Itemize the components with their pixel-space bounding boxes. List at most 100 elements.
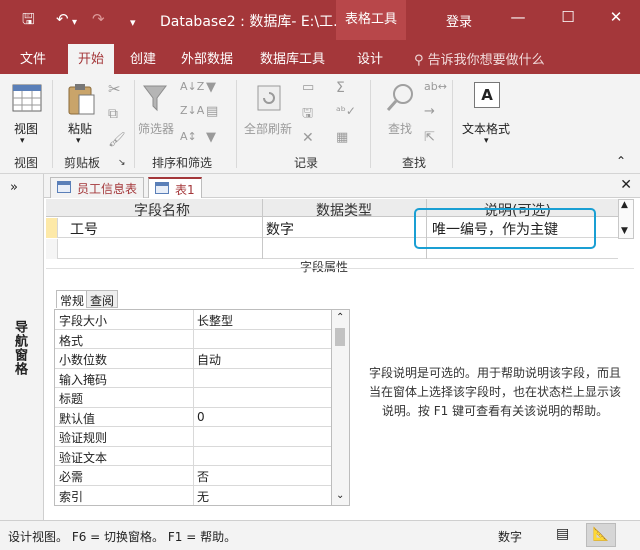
cut-icon[interactable]: ✂ xyxy=(108,80,121,98)
tab-external-data[interactable]: 外部数据 xyxy=(181,48,233,67)
field-help-text: 字段说明是可选的。用于帮助说明该字段，而且当在窗体上选择该字段时，也在状态栏上显… xyxy=(368,366,621,418)
design-view-icon[interactable]: 📐 xyxy=(586,523,616,547)
tab-general[interactable]: 常规 xyxy=(56,290,89,308)
view-button[interactable]: 视图 xyxy=(14,120,38,137)
property-key: 默认值 xyxy=(59,411,96,426)
data-type-cell[interactable]: 数字 xyxy=(266,219,294,239)
remove-sort-icon: A↕ xyxy=(180,130,197,143)
goto-icon: → xyxy=(424,104,435,119)
property-value[interactable]: 0 xyxy=(197,410,205,424)
property-key: 必需 xyxy=(59,470,84,484)
paste-icon[interactable] xyxy=(66,82,96,116)
property-row[interactable]: 字段大小 长整型 xyxy=(55,310,331,330)
tab-lookup[interactable]: 查阅 xyxy=(86,290,119,308)
group-label-records: 记录 xyxy=(294,156,319,170)
view-icon[interactable] xyxy=(12,84,42,114)
group-label-find: 查找 xyxy=(402,156,427,170)
text-format-dropdown-icon[interactable]: ▾ xyxy=(484,136,489,146)
window-title: Database2 : 数据库- E:\工... xyxy=(160,14,347,30)
new-record-icon: ▭ xyxy=(302,80,315,95)
save-record-icon: 🖫 xyxy=(302,106,314,121)
undo-icon[interactable]: ↶ xyxy=(56,10,69,28)
property-value[interactable]: 长整型 xyxy=(197,312,233,329)
property-key: 验证文本 xyxy=(59,450,108,465)
filter-button: 筛选器 xyxy=(138,122,175,136)
find-button: 查找 xyxy=(388,122,413,136)
property-value[interactable]: 否 xyxy=(197,468,209,485)
property-row[interactable]: 验证规则 xyxy=(55,427,331,447)
toggle-filter-icon: ▼ xyxy=(206,130,216,145)
view-dropdown-icon[interactable]: ▾ xyxy=(20,136,25,146)
expand-nav-icon[interactable]: » xyxy=(10,180,18,195)
table-icon xyxy=(155,182,169,194)
text-format-icon[interactable]: A xyxy=(474,82,500,108)
property-row[interactable]: 格式 xyxy=(55,329,331,349)
delete-record-icon: ✕ xyxy=(302,130,314,146)
customize-qat-icon[interactable]: ▾ xyxy=(130,14,136,32)
grid-scrollbar[interactable]: ▲ ▼ xyxy=(618,199,634,239)
tab-design[interactable]: 设计 xyxy=(357,48,383,67)
advanced-filter-icon: ▤ xyxy=(206,104,219,119)
property-key: 验证规则 xyxy=(59,431,108,445)
tab-file[interactable]: 文件 xyxy=(20,48,46,67)
property-key: 小数位数 xyxy=(59,353,108,367)
property-key: 输入掩码 xyxy=(59,372,108,387)
scroll-thumb[interactable] xyxy=(335,328,345,346)
properties-table: 字段大小 长整型 格式 小数位数 自动 输入掩码 标题 默认值 0 验证规则 验证文本… xyxy=(54,309,332,506)
close-window-button[interactable]: ✕ xyxy=(604,8,628,26)
numlock-indicator: 数字 xyxy=(498,530,523,544)
nav-pane-label[interactable]: 导航窗格 xyxy=(10,320,29,376)
property-row[interactable]: 小数位数 自动 xyxy=(55,349,331,369)
row-selector[interactable] xyxy=(46,218,58,238)
properties-scrollbar[interactable]: ⌃ ⌄ xyxy=(332,309,350,506)
scroll-down-icon[interactable]: ▼ xyxy=(621,226,628,236)
property-row[interactable]: 输入掩码 xyxy=(55,368,331,388)
property-row[interactable]: 必需 否 xyxy=(55,466,331,486)
refresh-all-button: 全部刷新 xyxy=(244,122,293,136)
header-field-name: 字段名称 xyxy=(134,203,190,219)
tell-me-box[interactable]: ⚲ 告诉我你想要做什么 xyxy=(414,49,545,68)
copy-icon[interactable]: ⧉ xyxy=(108,106,118,122)
property-key: 字段大小 xyxy=(59,314,108,328)
description-highlight xyxy=(414,208,596,249)
redo-icon: ↷ xyxy=(92,10,105,28)
spelling-icon: ᵃᵇ✓ xyxy=(336,104,356,118)
close-document-icon[interactable]: ✕ xyxy=(620,177,632,193)
tab-table1[interactable]: 表1 xyxy=(148,177,202,198)
text-format-button[interactable]: 文本格式 xyxy=(462,120,510,137)
tab-employee-table[interactable]: 员工信息表 xyxy=(50,177,145,198)
property-row[interactable]: 默认值 0 xyxy=(55,407,331,427)
minimize-button[interactable]: — xyxy=(506,8,530,26)
select-icon: ⇱ xyxy=(424,130,435,145)
paste-dropdown-icon[interactable]: ▾ xyxy=(76,136,81,146)
undo-dropdown-icon[interactable]: ▾ xyxy=(72,14,77,32)
property-value[interactable]: 自动 xyxy=(197,351,221,368)
row-selector[interactable] xyxy=(46,239,58,259)
property-key: 索引 xyxy=(59,489,84,504)
property-row[interactable]: 标题 xyxy=(55,388,331,408)
login-link[interactable]: 登录 xyxy=(446,11,472,30)
field-name-cell[interactable]: 工号 xyxy=(70,219,98,239)
sort-descending-icon: Z↓A xyxy=(180,104,205,117)
group-label-view: 视图 xyxy=(14,156,39,170)
find-icon xyxy=(386,84,413,111)
scroll-up-icon[interactable]: ⌃ xyxy=(336,312,344,323)
restore-button[interactable]: ☐ xyxy=(556,8,580,26)
tab-create[interactable]: 创建 xyxy=(130,48,156,67)
totals-icon: Σ xyxy=(336,80,345,96)
tab-home[interactable]: 开始 xyxy=(68,44,115,74)
property-row[interactable]: 索引 无 xyxy=(55,485,331,505)
format-painter-icon[interactable]: 🖌 xyxy=(108,132,126,148)
datasheet-view-icon[interactable]: ▤ xyxy=(556,526,569,542)
property-row[interactable]: 验证文本 xyxy=(55,446,331,466)
scroll-down-icon[interactable]: ⌄ xyxy=(336,490,344,501)
paste-button[interactable]: 粘贴 xyxy=(68,120,92,137)
scroll-up-icon[interactable]: ▲ xyxy=(621,200,628,210)
save-icon[interactable]: 🖫 xyxy=(22,10,35,28)
collapse-ribbon-icon[interactable]: ⌃ xyxy=(616,154,626,168)
table-icon xyxy=(57,181,71,193)
clipboard-launcher-icon[interactable]: ↘ xyxy=(118,158,126,168)
property-value[interactable]: 无 xyxy=(197,488,209,505)
tab-database-tools[interactable]: 数据库工具 xyxy=(260,48,325,67)
replace-icon: ab↔ xyxy=(424,80,447,93)
